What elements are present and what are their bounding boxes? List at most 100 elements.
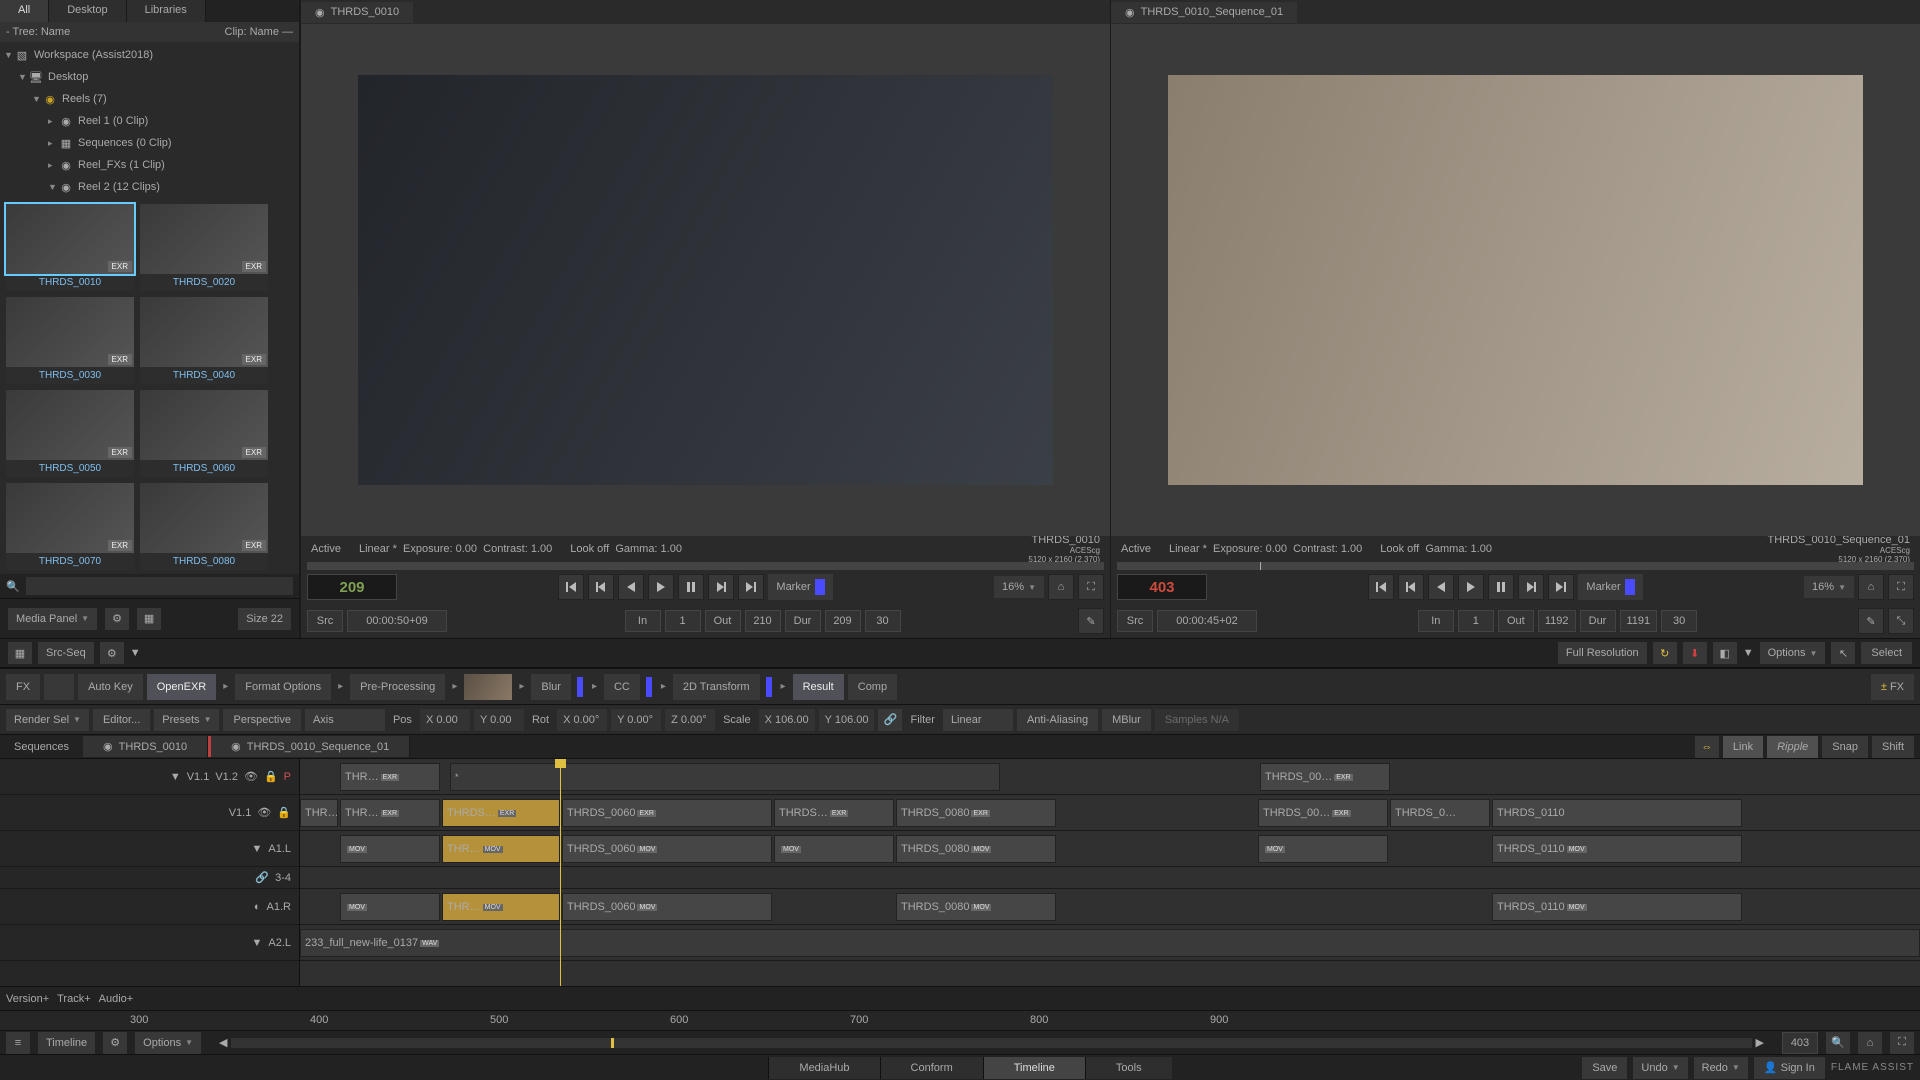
fx-blank[interactable] (44, 674, 74, 700)
viewer-b-canvas[interactable] (1111, 24, 1920, 536)
expand-icon[interactable]: ⛶ (1888, 574, 1914, 600)
fit-icon[interactable]: ⛶ (1890, 1032, 1914, 1054)
viewer-b-scrub[interactable] (1117, 562, 1914, 570)
srcseq-dropdown[interactable]: Src-Seq (38, 642, 94, 664)
perspective-button[interactable]: Perspective (223, 709, 300, 731)
pause-icon[interactable] (678, 574, 704, 600)
timeline-clip[interactable]: THR…EXR (340, 763, 440, 791)
viewer-a-frame[interactable]: 209 (307, 574, 397, 600)
media-search-input[interactable] (26, 577, 293, 595)
step-back-icon[interactable] (1398, 574, 1424, 600)
dur-value[interactable]: 1191 (1620, 610, 1658, 632)
src-timecode[interactable]: 00:00:45+02 (1157, 610, 1257, 632)
home-icon[interactable]: ⌂ (1858, 574, 1884, 600)
tree-reels[interactable]: ▼◉ Reels (7) (0, 88, 299, 110)
viewer-b-tab[interactable]: ◉THRDS_0010_Sequence_01 (1111, 2, 1297, 23)
viewer-b-frame[interactable]: 403 (1117, 574, 1207, 600)
play-icon[interactable] (1458, 574, 1484, 600)
timeline-clip-selected[interactable]: THRDS…EXR (442, 799, 560, 827)
clip-thumbnail[interactable]: EXRTHRDS_0020 (140, 204, 268, 291)
seq-tab-1[interactable]: ◉THRDS_0010 (83, 736, 208, 757)
chevron-down-icon[interactable]: ▼ (1743, 647, 1754, 659)
out-value[interactable]: 1192 (1538, 610, 1576, 632)
timeline-clip[interactable]: THR… (300, 799, 338, 827)
save-button[interactable]: Save (1582, 1057, 1627, 1079)
rot-x[interactable]: X 0.00° (557, 709, 607, 731)
clip-thumbnail[interactable]: EXRTHRDS_0040 (140, 297, 268, 384)
expand-icon[interactable]: ⛶ (1078, 574, 1104, 600)
fx-preview-thumb[interactable] (464, 674, 512, 700)
goto-end-icon[interactable] (1548, 574, 1574, 600)
eye-icon[interactable]: 👁 (244, 770, 258, 783)
marker-button[interactable]: Marker (1578, 574, 1642, 600)
tool-icon[interactable]: ✎ (1858, 608, 1884, 634)
chevron-down-icon[interactable]: ▼ (130, 647, 141, 659)
timeline-clip[interactable]: THRDS_0060EXR (562, 799, 772, 827)
cc-node[interactable]: CC (604, 674, 640, 700)
track-content[interactable]: THR…EXR * THRDS_00…EXR THR… THR…EXR THRD… (300, 759, 1920, 986)
thumb-size[interactable]: Size 22 (238, 608, 291, 630)
timeline-audio-clip[interactable]: THRDS_0080MOV (896, 893, 1056, 921)
timeline-audio-clip[interactable]: MOV (774, 835, 894, 863)
fx-right-button[interactable]: ± FX (1871, 674, 1914, 700)
tab-all[interactable]: All (0, 0, 49, 22)
tree-reel2[interactable]: ▼◉Reel 2 (12 Clips) (0, 176, 299, 198)
tree-desktop[interactable]: ▼🖥 Desktop (0, 66, 299, 88)
format-options-node[interactable]: Format Options (235, 674, 331, 700)
shift-toggle[interactable]: Shift (1872, 736, 1914, 758)
timeline-audio-clip[interactable]: MOV (1258, 835, 1388, 863)
src-timecode[interactable]: 00:00:50+09 (347, 610, 447, 632)
in-value[interactable]: 1 (1458, 610, 1494, 632)
timeline-audio-clip[interactable]: THRDS_0110MOV (1492, 893, 1742, 921)
preprocessing-node[interactable]: Pre-Processing (350, 674, 445, 700)
time-ruler[interactable]: 300 400 500 600 700 800 900 (0, 1010, 1920, 1030)
cc-toggle[interactable] (646, 677, 652, 697)
ripple-toggle[interactable]: Ripple (1767, 736, 1818, 758)
timeline-options[interactable]: Options▼ (135, 1032, 201, 1054)
blur-node[interactable]: Blur (531, 674, 571, 700)
tree-reel1[interactable]: ▸◉Reel 1 (0 Clip) (0, 110, 299, 132)
zoom-dropdown[interactable]: 16%▼ (1804, 576, 1854, 598)
viewer-a-tab[interactable]: ◉THRDS_0010 (301, 2, 413, 23)
timeline-clip[interactable]: THRDS_0… (1390, 799, 1490, 827)
playhead[interactable] (560, 759, 561, 986)
layout-icon[interactable]: ▦ (137, 608, 161, 630)
marker-button[interactable]: Marker (768, 574, 832, 600)
search-icon[interactable]: 🔍 (1826, 1032, 1850, 1054)
clip-thumbnail[interactable]: EXRTHRDS_0080 (140, 483, 268, 570)
audio-plus[interactable]: Audio+ (99, 993, 134, 1005)
tab-desktop[interactable]: Desktop (49, 0, 126, 22)
tree-reelfxs[interactable]: ▸◉Reel_FXs (1 Clip) (0, 154, 299, 176)
tab-timeline[interactable]: Timeline (983, 1057, 1085, 1079)
timeline-audio-clip[interactable]: MOV (340, 893, 440, 921)
refresh-icon[interactable]: ↻ (1653, 642, 1677, 664)
snap-toggle[interactable]: Snap (1822, 736, 1868, 758)
timeline-music-clip[interactable]: 233_full_new-life_0137WAV (300, 929, 1920, 957)
timeline-audio-clip-selected[interactable]: THR…MOV (442, 835, 560, 863)
filter-dropdown[interactable]: Linear (943, 709, 1013, 731)
editor-button[interactable]: Editor... (93, 709, 150, 731)
link-scale-icon[interactable]: 🔗 (878, 709, 902, 731)
timeline-clip[interactable]: THRDS_00…EXR (1258, 799, 1388, 827)
resolution-dropdown[interactable]: Full Resolution (1558, 642, 1647, 664)
goto-end-icon[interactable] (738, 574, 764, 600)
tab-mediahub[interactable]: MediaHub (768, 1057, 879, 1079)
dur-value[interactable]: 209 (825, 610, 861, 632)
fx-button[interactable]: FX (6, 674, 40, 700)
track-v11-header[interactable]: ▼ V1.1V1.2 👁🔒 P (0, 759, 299, 795)
fps-value[interactable]: 30 (865, 610, 901, 632)
scroll-left-icon[interactable]: ◀ (219, 1036, 227, 1049)
layout-toggle-icon[interactable]: ▦ (8, 642, 32, 664)
search-icon[interactable]: 🔍 (6, 580, 20, 593)
step-fwd-icon[interactable] (1518, 574, 1544, 600)
timeline-layout-icon[interactable]: ≡ (6, 1032, 30, 1054)
timeline-audio-clip[interactable]: MOV (340, 835, 440, 863)
gear-icon[interactable]: ⚙ (105, 608, 129, 630)
timeline-clip[interactable]: THRDS_0080EXR (896, 799, 1056, 827)
step-back-icon[interactable] (588, 574, 614, 600)
result-node[interactable]: Result (793, 674, 844, 700)
gear-icon[interactable]: ⚙ (100, 642, 124, 664)
timeline-clip[interactable]: THR…EXR (340, 799, 440, 827)
goto-start-icon[interactable] (558, 574, 584, 600)
pause-icon[interactable] (1488, 574, 1514, 600)
